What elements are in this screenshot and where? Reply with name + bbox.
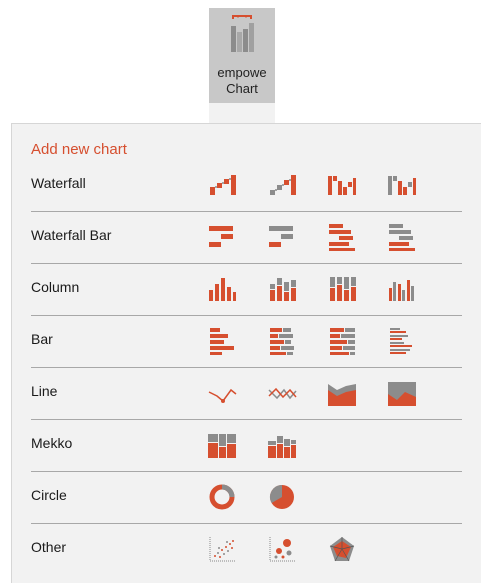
bar-stacked-icon[interactable] [267, 326, 297, 356]
row-label-mekko: Mekko [31, 435, 73, 451]
bubble-icon[interactable] [267, 534, 297, 564]
area-icon[interactable] [387, 378, 417, 408]
waterfall-bar-gray-icon[interactable] [267, 222, 297, 252]
area-stacked-icon[interactable] [327, 378, 357, 408]
pie-icon[interactable] [267, 482, 297, 512]
waterfall-grouped-icon[interactable] [327, 170, 357, 200]
empower-chart-button[interactable]: empowe Chart [209, 8, 275, 103]
bar-100-icon[interactable] [327, 326, 357, 356]
line-icon[interactable] [207, 378, 237, 408]
row-column: Column [31, 264, 462, 316]
radar-icon[interactable] [327, 534, 357, 564]
row-circle: Circle [31, 472, 462, 524]
row-waterfall-bar: Waterfall Bar [31, 212, 462, 264]
ribbon-label-line1: empowe [217, 65, 267, 80]
row-line: Line [31, 368, 462, 420]
waterfall-bar-stacked-gray-icon[interactable] [387, 222, 417, 252]
row-label-circle: Circle [31, 487, 67, 503]
waterfall-gray-icon[interactable] [267, 170, 297, 200]
mekko-icon[interactable] [207, 430, 237, 460]
bar-grouped-icon[interactable] [387, 326, 417, 356]
row-label-waterfall: Waterfall [31, 175, 86, 191]
ribbon-label-line2: Chart [226, 81, 258, 96]
row-label-line: Line [31, 383, 58, 399]
scatter-icon[interactable] [207, 534, 237, 564]
column-grouped-icon[interactable] [387, 274, 417, 304]
doughnut-icon[interactable] [207, 482, 237, 512]
mekko-bar-icon[interactable] [267, 430, 297, 460]
row-label-other: Other [31, 539, 67, 555]
row-label-column: Column [31, 279, 80, 295]
row-label-bar: Bar [31, 331, 53, 347]
waterfall-bar-icon[interactable] [207, 222, 237, 252]
bar-clustered-icon[interactable] [207, 326, 237, 356]
column-100-icon[interactable] [327, 274, 357, 304]
empower-chart-icon [228, 12, 256, 57]
row-other: Other [31, 524, 462, 576]
row-bar: Bar [31, 316, 462, 368]
waterfall-bar-stacked-icon[interactable] [327, 222, 357, 252]
row-mekko: Mekko [31, 420, 462, 472]
panel-title: Add new chart [31, 141, 127, 158]
ribbon-connector [209, 103, 275, 123]
column-stacked-icon[interactable] [267, 274, 297, 304]
waterfall-icon[interactable] [207, 170, 237, 200]
row-waterfall: Waterfall [31, 160, 462, 212]
column-clustered-icon[interactable] [207, 274, 237, 304]
row-label-waterfall-bar: Waterfall Bar [31, 227, 112, 243]
waterfall-grouped-gray-icon[interactable] [387, 170, 417, 200]
line-multi-icon[interactable] [267, 378, 297, 408]
add-chart-panel: Add new chart Waterfall Waterfall Bar Co… [11, 123, 481, 583]
